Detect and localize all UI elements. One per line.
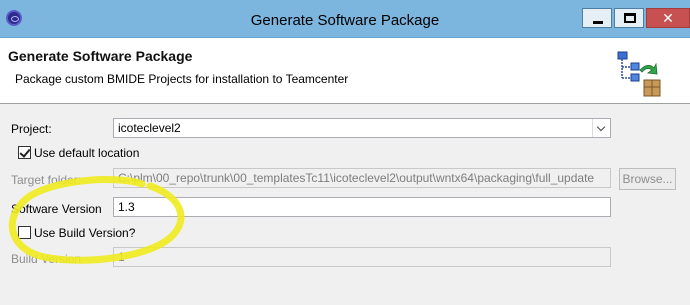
target-folder-field[interactable]: C:\plm\00_repo\trunk\00_templatesTc11\ic… xyxy=(113,168,611,188)
project-label: Project: xyxy=(11,122,52,136)
package-icon xyxy=(617,51,661,97)
target-folder-label: Target folder: xyxy=(11,173,82,187)
project-combo-value: icoteclevel2 xyxy=(118,121,181,135)
software-version-value: 1.3 xyxy=(118,200,135,214)
header-title: Generate Software Package xyxy=(8,48,193,64)
minimize-icon xyxy=(593,21,603,24)
target-folder-value: C:\plm\00_repo\trunk\00_templatesTc11\ic… xyxy=(118,171,595,185)
use-default-location-label[interactable]: Use default location xyxy=(34,146,139,160)
build-version-label: Build Version xyxy=(11,252,82,266)
close-icon: ✕ xyxy=(662,10,674,26)
close-button[interactable]: ✕ xyxy=(646,8,690,28)
maximize-button[interactable] xyxy=(614,8,644,28)
use-build-version-label[interactable]: Use Build Version? xyxy=(34,226,135,240)
minimize-button[interactable] xyxy=(582,8,612,28)
browse-button[interactable]: Browse... xyxy=(619,168,676,190)
window-title-bar[interactable]: Generate Software Package ✕ xyxy=(0,0,690,38)
project-combo[interactable]: icoteclevel2 xyxy=(113,118,611,138)
wizard-header: Generate Software Package Package custom… xyxy=(0,38,690,104)
software-version-label: Software Version xyxy=(11,202,102,216)
build-version-value: 1 xyxy=(118,250,125,264)
maximize-icon xyxy=(624,13,636,23)
chevron-down-icon[interactable] xyxy=(592,119,610,137)
use-default-location-checkbox[interactable] xyxy=(18,146,31,159)
build-version-input[interactable]: 1 xyxy=(113,247,611,267)
header-description: Package custom BMIDE Projects for instal… xyxy=(15,72,349,86)
software-version-input[interactable]: 1.3 xyxy=(113,197,611,217)
use-build-version-checkbox[interactable] xyxy=(18,226,31,239)
